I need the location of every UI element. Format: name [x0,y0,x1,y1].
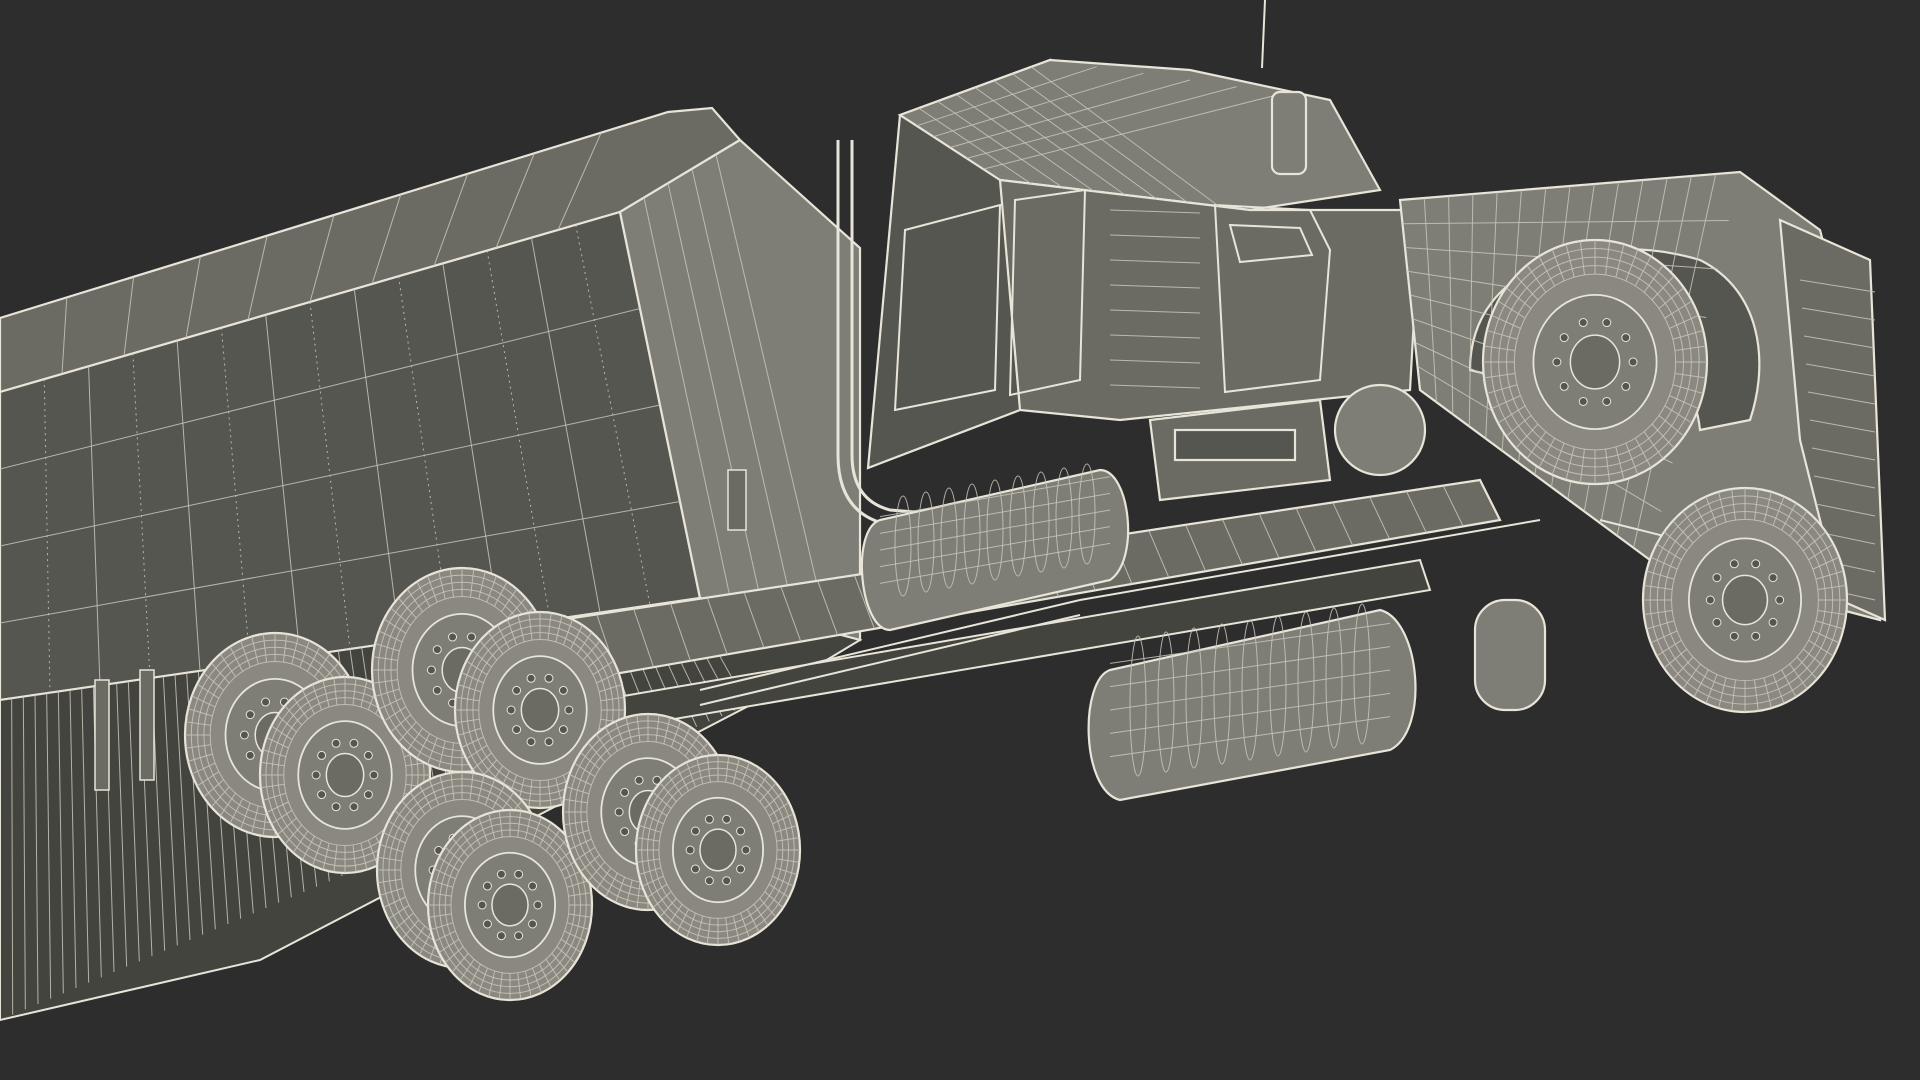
fuel-tank-left [860,463,1130,632]
lug-nut [722,814,732,824]
lug-nut [1768,573,1778,583]
lug-nut [1602,396,1612,406]
rear-steer-wheel [1641,486,1849,714]
lug-nut [432,645,442,655]
lug-nut [736,826,746,836]
lug-nut [741,845,751,855]
lug-nut [448,632,458,642]
lug-nut [514,869,524,879]
lug-nut [1729,631,1739,641]
lug-nut [690,826,700,836]
air-tank [1473,598,1547,712]
lug-nut [1628,357,1638,367]
lug-nut [1621,333,1631,343]
lug-nut [1578,318,1588,328]
lug-nut [544,673,554,683]
lug-nut [1578,396,1588,406]
lug-nut [432,685,442,695]
lug-nut [620,827,630,837]
lug-nut [1712,573,1722,583]
lug-nut [736,864,746,874]
lug-nut [704,876,714,886]
drive-axle-wheel-inner-2 [634,753,802,947]
lug-nut [311,770,321,780]
trailer-landing-gear [139,669,155,781]
lug-nut [482,919,492,929]
lug-nut [1602,318,1612,328]
front-wheel [1481,238,1709,486]
lug-nut [564,705,574,715]
lug-nut [690,864,700,874]
lug-nut [331,802,341,812]
lug-nut [533,900,543,910]
lug-nut [477,900,487,910]
lug-nut [245,750,255,760]
lug-nut [512,685,522,695]
lug-nut [239,730,249,740]
lug-nut [369,770,379,780]
lug-nut [528,919,538,929]
lug-nut [544,737,554,747]
trailer-placard [727,469,747,531]
lug-nut [363,750,373,760]
lug-nut [261,697,271,707]
trailer-landing-gear [94,679,110,791]
lug-nut [514,931,524,941]
lug-nut [482,881,492,891]
lug-nut [704,814,714,824]
lug-nut [1751,631,1761,641]
lug-nut [317,750,327,760]
wheel-hub [1569,334,1621,390]
lug-nut [349,802,359,812]
wheel-hub [491,883,529,927]
lug-nut [1712,617,1722,627]
wheel-hub [325,752,365,798]
wheel-hub [1721,574,1769,626]
lug-nut [496,869,506,879]
lug-nut [1559,381,1569,391]
lug-nut [722,876,732,886]
lug-nut [528,881,538,891]
wheel-hub [699,828,737,872]
lug-nut [363,790,373,800]
lug-nut [1751,559,1761,569]
lug-nut [1775,595,1785,605]
lug-nut [466,632,476,642]
lug-nut [558,725,568,735]
lug-nut [634,775,644,785]
lug-nut [1705,595,1715,605]
truck-wireframe-render [0,0,1887,1022]
lug-nut [558,685,568,695]
wheel-hub [520,687,560,733]
lug-nut [496,931,506,941]
lug-nut [317,790,327,800]
lug-nut [506,705,516,715]
air-filter-canister [1333,383,1427,477]
lug-nut [526,673,536,683]
lug-nut [512,725,522,735]
mirror [1270,90,1308,176]
lug-nut [245,710,255,720]
lug-nut [685,845,695,855]
lug-nut [426,665,436,675]
lug-nut [1621,381,1631,391]
lug-nut [331,738,341,748]
3d-viewport[interactable] [0,0,1920,1080]
lug-nut [526,737,536,747]
lug-nut [620,787,630,797]
lug-nut [1552,357,1562,367]
lug-nut [614,807,624,817]
lug-nut [1768,617,1778,627]
antenna [1261,0,1266,69]
lug-nut [1559,333,1569,343]
lug-nut [349,738,359,748]
lug-nut [1729,559,1739,569]
